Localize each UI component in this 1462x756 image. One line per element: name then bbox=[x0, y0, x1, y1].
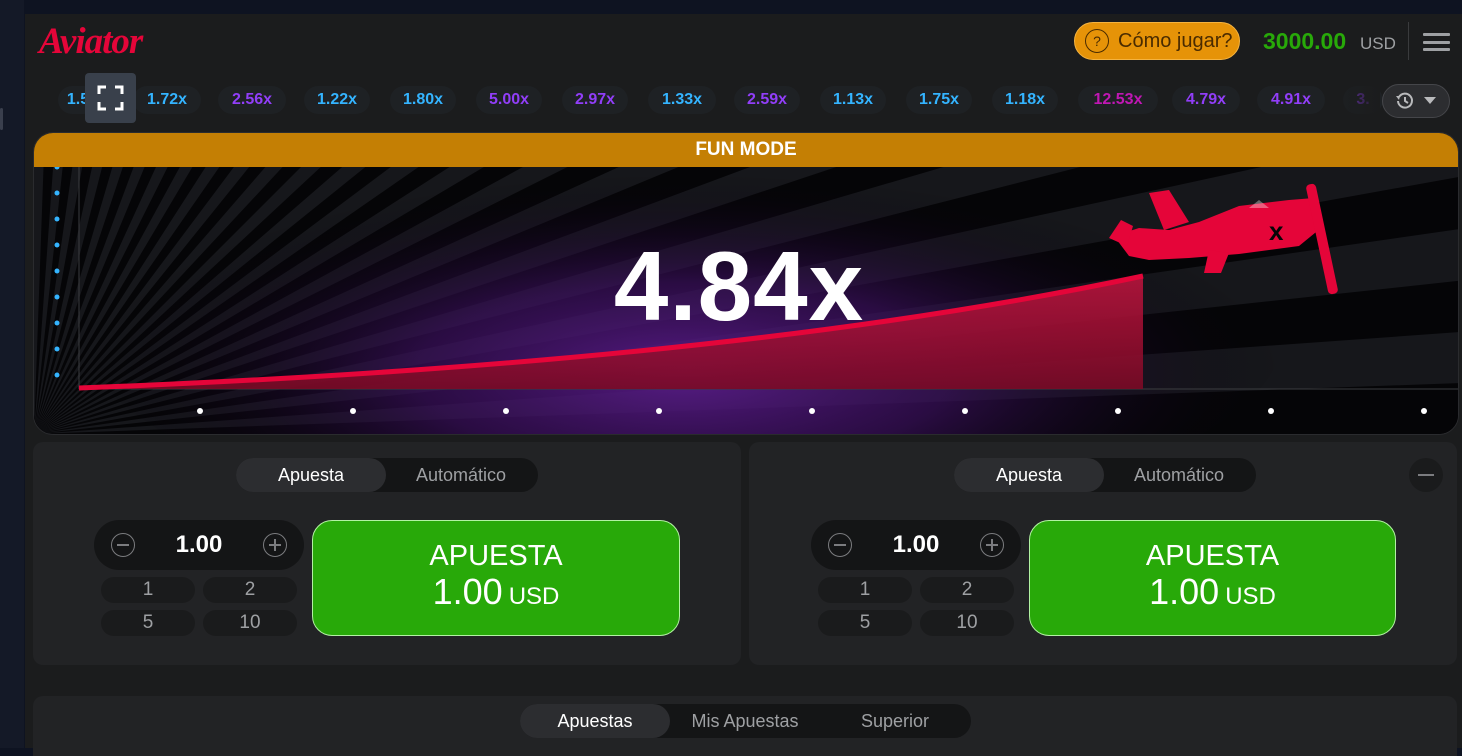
fun-mode-banner: FUN MODE bbox=[34, 133, 1458, 167]
place-bet-button[interactable]: APUESTA 1.00 USD bbox=[312, 520, 680, 636]
x-axis-dot bbox=[503, 408, 509, 414]
y-axis-dot bbox=[54, 320, 60, 326]
history-multiplier[interactable]: 4.79x bbox=[1172, 86, 1240, 114]
how-to-play-button[interactable]: ? Cómo jugar? bbox=[1074, 22, 1240, 60]
question-icon: ? bbox=[1085, 29, 1109, 53]
place-bet-button[interactable]: APUESTA 1.00 USD bbox=[1029, 520, 1396, 636]
history-multiplier[interactable]: 1.22x bbox=[304, 86, 370, 114]
history-toggle-button[interactable] bbox=[1382, 84, 1450, 118]
quick-amount-2[interactable]: 2 bbox=[203, 577, 297, 603]
bets-list-panel: Apuestas Mis Apuestas Superior bbox=[33, 696, 1457, 756]
decrease-icon[interactable] bbox=[111, 533, 135, 557]
hamburger-menu-icon[interactable] bbox=[1423, 33, 1450, 51]
fullscreen-button[interactable] bbox=[85, 73, 136, 123]
history-multiplier[interactable]: 2.56x bbox=[218, 86, 286, 114]
quick-amount-1[interactable]: 1 bbox=[101, 577, 195, 603]
y-axis-dot bbox=[54, 372, 60, 378]
quick-amount-5[interactable]: 5 bbox=[818, 610, 912, 636]
bet-amount-value[interactable]: 1.00 bbox=[144, 520, 254, 570]
history-fade bbox=[1320, 80, 1380, 120]
amount-stepper: 1.00 bbox=[811, 520, 1021, 570]
y-axis-dot bbox=[54, 268, 60, 274]
history-multiplier[interactable]: 12.53x bbox=[1078, 86, 1158, 114]
quick-amount-5[interactable]: 5 bbox=[101, 610, 195, 636]
x-axis-dot bbox=[1421, 408, 1427, 414]
header: Aviator ? Cómo jugar? 3000.00 USD bbox=[25, 14, 1462, 70]
x-axis-dot bbox=[656, 408, 662, 414]
x-axis-dot bbox=[350, 408, 356, 414]
increase-icon[interactable] bbox=[263, 533, 287, 557]
header-divider bbox=[1408, 22, 1409, 60]
x-axis-dot bbox=[197, 408, 203, 414]
history-clock-icon bbox=[1396, 92, 1413, 109]
bet-panel-2: Apuesta Automático 1.00 1 2 5 10 APUESTA… bbox=[749, 442, 1457, 665]
y-axis-dot bbox=[54, 190, 60, 196]
bet-mode-tabs: Apuesta Automático bbox=[954, 458, 1256, 492]
history-multiplier[interactable]: 5.00x bbox=[476, 86, 542, 114]
quick-amount-2[interactable]: 2 bbox=[920, 577, 1014, 603]
y-axis-dot bbox=[54, 242, 60, 248]
amount-stepper: 1.00 bbox=[94, 520, 304, 570]
x-axis-dot bbox=[962, 408, 968, 414]
decrease-icon[interactable] bbox=[828, 533, 852, 557]
tab-bet[interactable]: Apuesta bbox=[236, 458, 386, 492]
scroll-notch bbox=[0, 108, 3, 130]
bet-button-label: APUESTA bbox=[429, 539, 563, 572]
aviator-app: Aviator ? Cómo jugar? 3000.00 USD 1.5 1.7… bbox=[25, 14, 1462, 756]
quick-amount-10[interactable]: 10 bbox=[920, 610, 1014, 636]
tab-top[interactable]: Superior bbox=[820, 704, 970, 738]
history-multiplier[interactable]: 4.91x bbox=[1257, 86, 1325, 114]
bet-button-amount-line: 1.00 USD bbox=[432, 570, 560, 612]
aviator-logo[interactable]: Aviator bbox=[39, 20, 143, 63]
bet-mode-tabs: Apuesta Automático bbox=[236, 458, 538, 492]
current-multiplier: 4.84x bbox=[613, 231, 865, 341]
bet-button-label: APUESTA bbox=[1145, 539, 1280, 572]
bet-amount-value[interactable]: 1.00 bbox=[861, 520, 971, 570]
history-multiplier[interactable]: 2.59x bbox=[734, 86, 800, 114]
x-axis-dot bbox=[1115, 408, 1121, 414]
x-axis-dot bbox=[1268, 408, 1274, 414]
history-multiplier[interactable]: 2.97x bbox=[562, 86, 628, 114]
y-axis-dot bbox=[54, 346, 60, 352]
tab-all-bets[interactable]: Apuestas bbox=[520, 704, 670, 738]
history-multiplier[interactable]: 1.75x bbox=[906, 86, 972, 114]
history-multiplier[interactable]: 1.13x bbox=[820, 86, 886, 114]
remove-panel-icon[interactable] bbox=[1409, 458, 1443, 492]
tab-bet[interactable]: Apuesta bbox=[954, 458, 1104, 492]
history-multiplier[interactable]: 1.33x bbox=[648, 86, 716, 114]
history-multiplier[interactable]: 1.18x bbox=[992, 86, 1058, 114]
balance-amount: 3000.00 bbox=[1263, 28, 1347, 54]
game-stage: x FUN MODE 4.84x bbox=[33, 132, 1459, 435]
history-multiplier[interactable]: 1.72x bbox=[133, 86, 201, 114]
tab-auto[interactable]: Automático bbox=[386, 458, 536, 492]
quick-amount-1[interactable]: 1 bbox=[818, 577, 912, 603]
bet-button-amount-line: 1.00 USD bbox=[1149, 570, 1276, 612]
y-axis-dot bbox=[54, 216, 60, 222]
history-bar: 1.5 1.72x 2.56x 1.22x 1.80x 5.00x 2.97x 1.33x 2.… bbox=[25, 70, 1462, 132]
tab-auto[interactable]: Automático bbox=[1104, 458, 1254, 492]
fullscreen-icon bbox=[97, 85, 124, 111]
quick-amount-10[interactable]: 10 bbox=[203, 610, 297, 636]
balance-currency: USD bbox=[1360, 34, 1396, 53]
x-axis-dot bbox=[809, 408, 815, 414]
svg-text:x: x bbox=[1269, 216, 1284, 246]
increase-icon[interactable] bbox=[980, 533, 1004, 557]
history-multiplier[interactable]: 1.80x bbox=[390, 86, 456, 114]
left-edge-strip bbox=[0, 0, 24, 748]
bets-list-tabs: Apuestas Mis Apuestas Superior bbox=[520, 704, 971, 738]
y-axis-dot bbox=[54, 294, 60, 300]
tab-my-bets[interactable]: Mis Apuestas bbox=[670, 704, 820, 738]
how-to-play-label: Cómo jugar? bbox=[1118, 29, 1233, 52]
chevron-down-icon bbox=[1424, 97, 1436, 104]
bet-panel-1: Apuesta Automático 1.00 1 2 5 10 APUESTA… bbox=[33, 442, 741, 665]
